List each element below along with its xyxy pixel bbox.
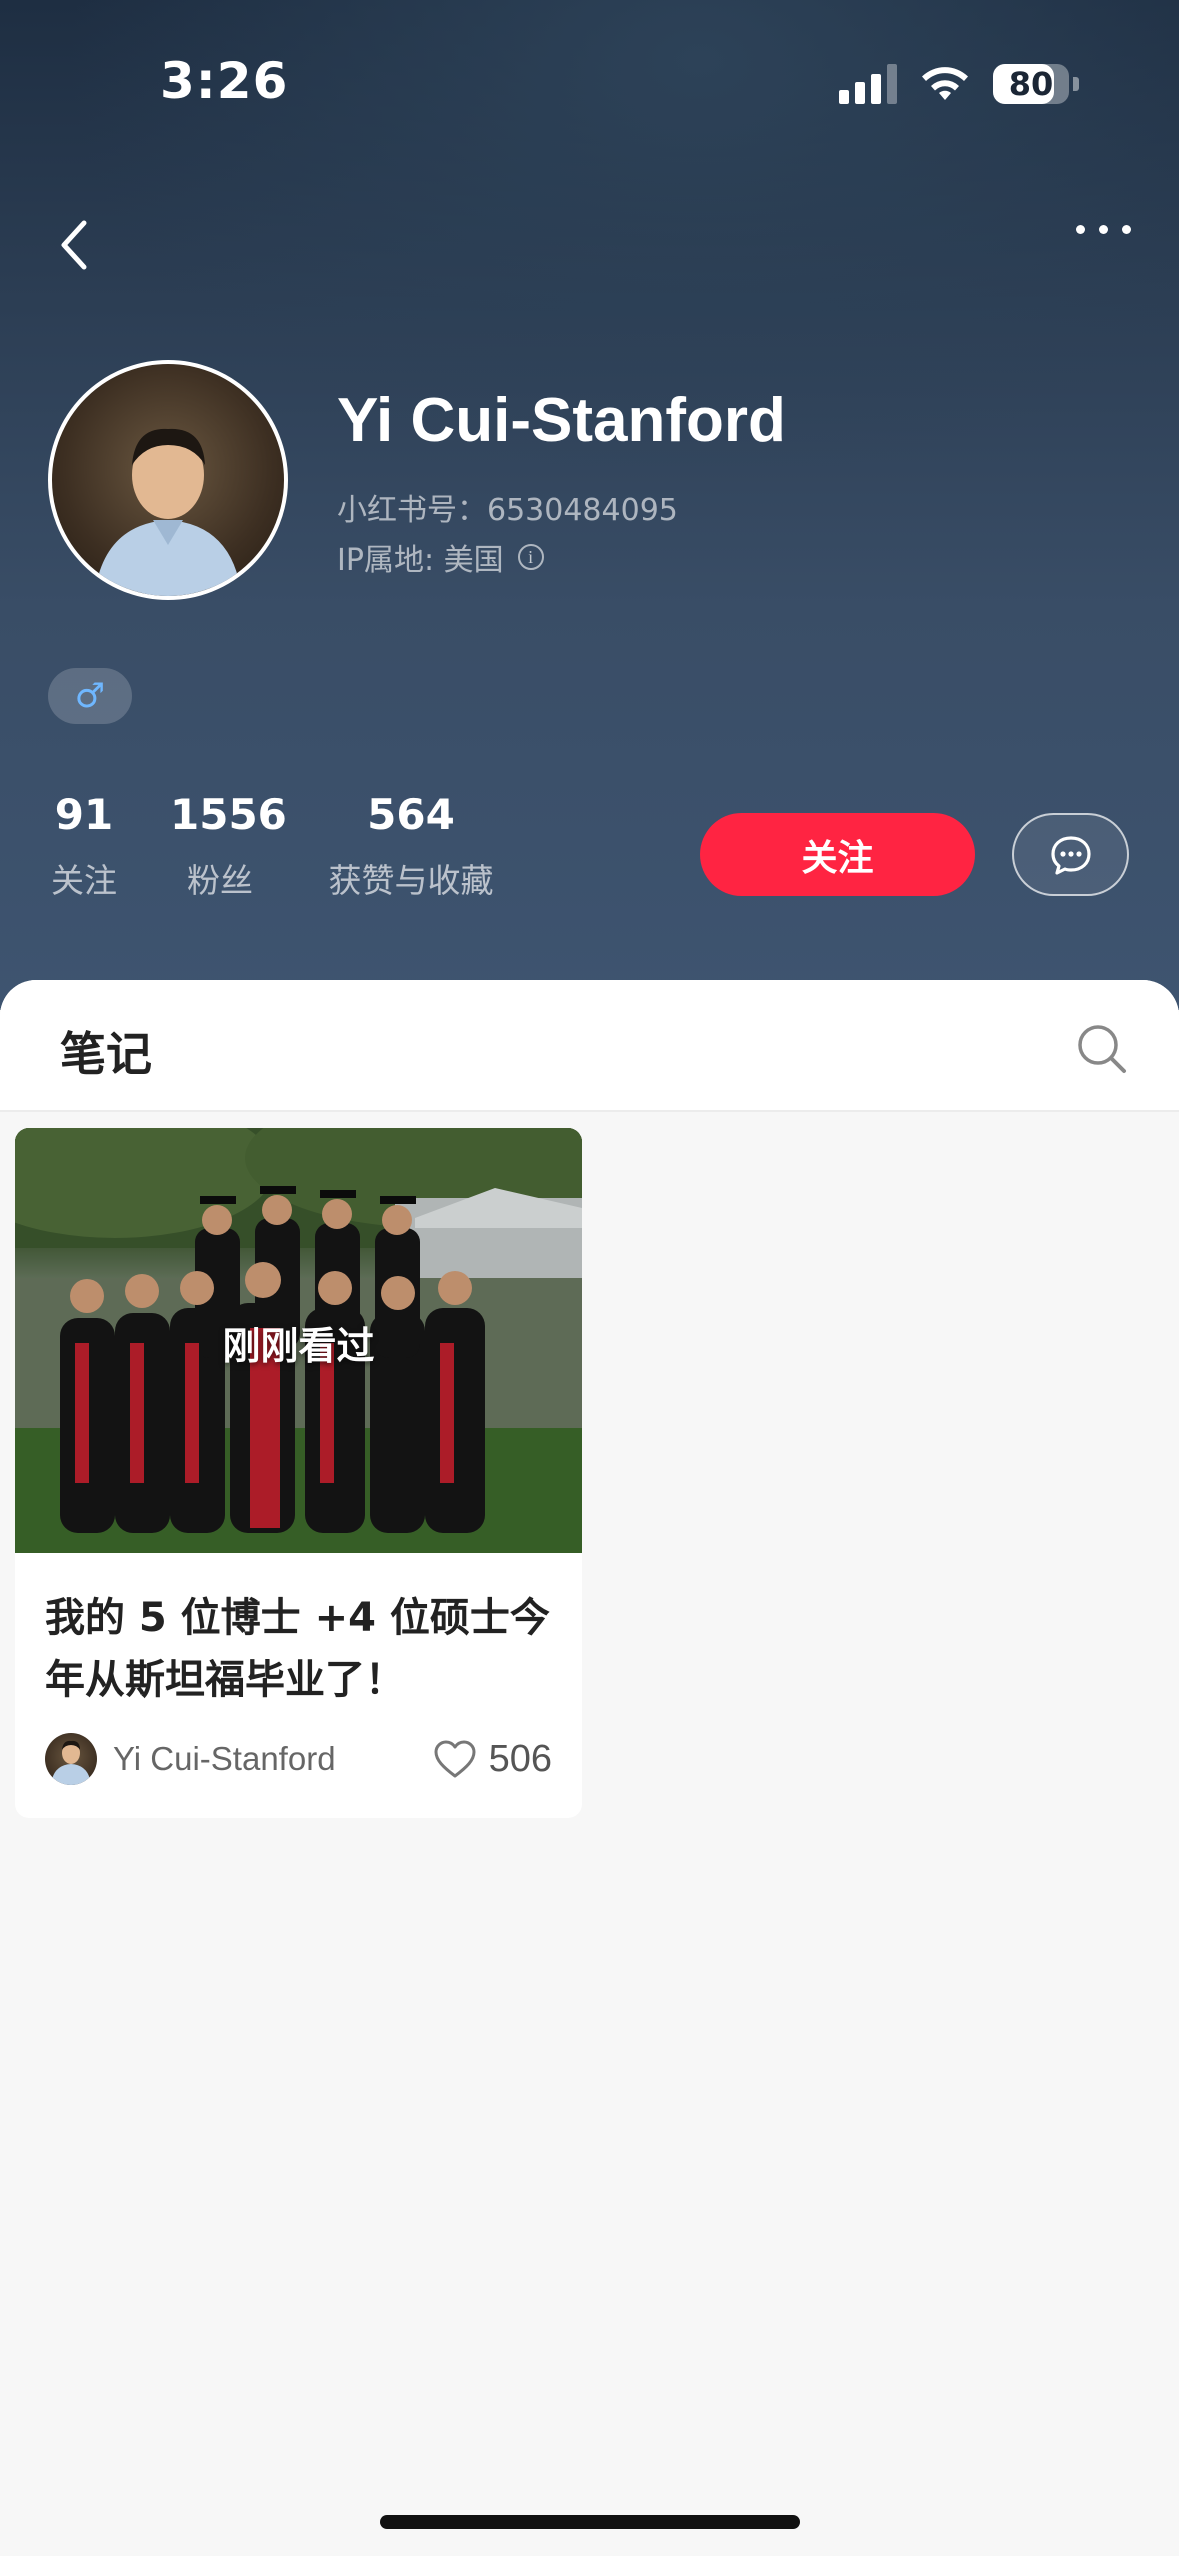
battery-icon: 80 <box>993 64 1069 104</box>
avatar-photo <box>94 428 242 596</box>
profile-ip-location: IP属地: 美国 i <box>337 535 544 579</box>
notes-panel: 笔记 刚刚看过 我的 5 位博士 +4 位硕士今年从斯坦福毕业了！ Yi Cui… <box>0 980 1179 2556</box>
cellular-signal-icon <box>839 64 897 104</box>
profile-id: 小红书号：6530484095 <box>337 493 678 528</box>
message-button[interactable] <box>1012 813 1129 896</box>
stat-following-label: 关注 <box>51 861 117 900</box>
stat-followers-value: 1556 <box>170 790 287 839</box>
search-icon[interactable] <box>1075 1022 1129 1076</box>
note-cover-image: 刚刚看过 <box>15 1128 582 1553</box>
tab-bar: 笔记 <box>0 980 1179 1112</box>
stat-likes-label: 获赞与收藏 <box>328 861 494 900</box>
ip-location-text: IP属地: 美国 <box>337 543 504 578</box>
heart-icon[interactable] <box>433 1739 477 1779</box>
profile-page: 3:26 80 Yi Cui-Stanford 小红书号：6530484095 … <box>0 0 1179 2556</box>
note-title: 我的 5 位博士 +4 位硕士今年从斯坦福毕业了！ <box>45 1595 550 1703</box>
like-count: 506 <box>488 1737 552 1780</box>
author-avatar-photo <box>51 1740 91 1785</box>
stat-likes-value: 564 <box>367 790 455 839</box>
wifi-icon <box>922 67 968 100</box>
avatar[interactable] <box>48 360 288 600</box>
status-icons: 80 <box>839 64 1079 104</box>
stat-followers[interactable]: 1556 粉丝 <box>170 790 287 902</box>
stat-following[interactable]: 91 关注 <box>48 790 120 902</box>
gender-badge: ♂ <box>48 668 132 724</box>
home-indicator[interactable] <box>380 2515 800 2529</box>
stat-followers-label: 粉丝 <box>187 861 253 900</box>
stat-following-value: 91 <box>54 790 114 839</box>
profile-name: Yi Cui-Stanford <box>337 386 786 455</box>
status-time: 3:26 <box>160 52 289 110</box>
stat-likes-collects[interactable]: 564 获赞与收藏 <box>320 790 502 902</box>
tab-notes[interactable]: 笔记 <box>60 1018 152 1084</box>
chat-bubble-icon <box>1050 835 1091 875</box>
follow-button[interactable]: 关注 <box>700 813 975 896</box>
note-author[interactable]: Yi Cui-Stanford <box>113 1740 433 1778</box>
info-icon[interactable]: i <box>517 544 544 570</box>
note-card[interactable]: 刚刚看过 我的 5 位博士 +4 位硕士今年从斯坦福毕业了！ Yi Cui-St… <box>15 1128 582 1818</box>
more-options-button[interactable] <box>1076 225 1131 234</box>
author-avatar[interactable] <box>45 1733 97 1785</box>
male-icon: ♂ <box>74 676 106 716</box>
recently-viewed-label: 刚刚看过 <box>222 1324 375 1368</box>
note-footer: Yi Cui-Stanford 506 <box>45 1733 552 1785</box>
battery-level: 80 <box>1008 65 1054 103</box>
back-button[interactable] <box>50 215 100 275</box>
